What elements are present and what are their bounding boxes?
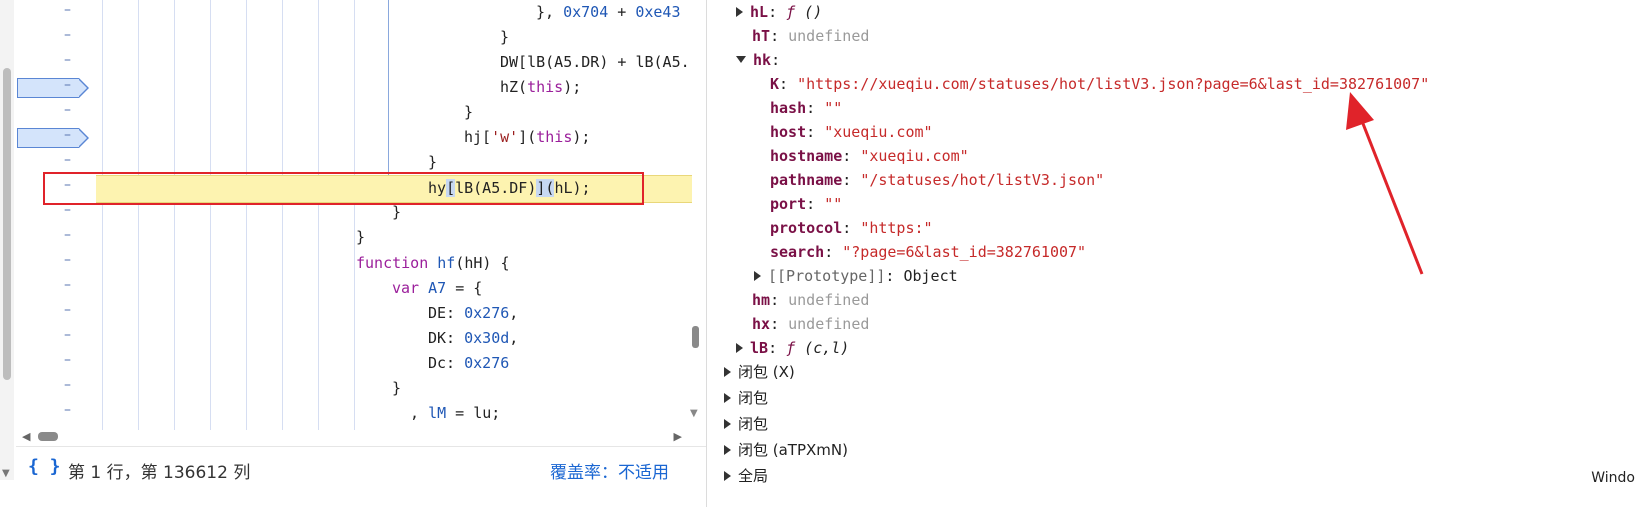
gutter-marker[interactable]: – <box>64 327 74 343</box>
gutter-marker[interactable]: – <box>64 52 74 68</box>
scope-row[interactable]: host: "xueqiu.com" <box>770 120 933 144</box>
code-line: } <box>464 103 474 121</box>
code-line: hj['w'](this); <box>464 128 591 146</box>
gutter-marker[interactable]: – <box>64 152 74 168</box>
code-editor[interactable]: – – – – – – – – – – – – – – – – – }, 0x704 + 0xe43 } DW[… <box>16 0 706 430</box>
expand-triangle-icon[interactable] <box>754 270 761 281</box>
code-line: var A7 = { <box>392 279 483 297</box>
code-line: } <box>392 379 402 397</box>
gutter-marker[interactable]: – <box>64 227 74 243</box>
gutter-marker[interactable]: – <box>64 377 74 393</box>
gutter-marker[interactable]: – <box>64 402 74 418</box>
indent-guide <box>282 0 283 430</box>
scope-row[interactable]: hL: ƒ () <box>736 0 822 24</box>
scroll-down-arrow-icon[interactable]: ▼ <box>690 408 698 419</box>
expand-triangle-icon[interactable] <box>724 392 731 403</box>
gutter-marker[interactable]: – <box>64 302 74 318</box>
horizontal-scrollbar[interactable]: ◀ ▶ <box>16 430 688 444</box>
scope-row[interactable]: hostname: "xueqiu.com" <box>770 144 969 168</box>
code-line: Dc: 0x276 <box>428 354 510 372</box>
code-line: }, 0x704 + 0xe43 <box>536 3 681 21</box>
code-line: hZ(this); <box>500 78 582 96</box>
gutter-marker[interactable]: – <box>64 77 74 93</box>
indent-guide <box>318 0 319 430</box>
indent-guide <box>354 0 355 430</box>
scope-row[interactable]: hx: undefined <box>752 312 869 336</box>
cursor-position: 第 1 行，第 136612 列 <box>68 463 251 483</box>
expand-triangle-icon[interactable] <box>724 418 731 429</box>
gutter-marker[interactable]: – <box>64 2 74 18</box>
expand-triangle-icon[interactable] <box>736 342 743 353</box>
code-line: , lM = lu; <box>410 404 501 422</box>
expand-triangle-icon[interactable] <box>724 444 731 455</box>
scroll-down-arrow-icon[interactable]: ▼ <box>2 468 10 479</box>
editor-status-bar: { } 第 1 行，第 136612 列 覆盖率：不适用 <box>16 446 706 487</box>
code-line: DW[lB(A5.DR) + lB(A5. <box>500 53 690 71</box>
left-scrollbar-thumb[interactable] <box>3 68 11 380</box>
code-line: } <box>356 228 366 246</box>
gutter-marker[interactable]: – <box>64 102 74 118</box>
scope-row[interactable]: protocol: "https:" <box>770 216 933 240</box>
indent-guide <box>246 0 247 430</box>
scope-pane: hL: ƒ () hT: undefined hk: K: "https://x… <box>708 0 1641 507</box>
annotation-red-box <box>43 172 644 205</box>
expand-triangle-icon[interactable] <box>724 470 731 481</box>
indent-guide <box>102 0 103 430</box>
code-line: function hf(hH) { <box>356 254 510 272</box>
editor-scrollbar-thumb[interactable] <box>692 326 699 348</box>
indent-guide <box>174 0 175 430</box>
pretty-print-braces-icon[interactable]: { } <box>28 456 61 477</box>
closure-section[interactable]: 闭包 <box>724 386 768 410</box>
left-scrollbar[interactable]: ▼ <box>0 0 14 480</box>
scope-row[interactable]: pathname: "/statuses/hot/listV3.json" <box>770 168 1104 192</box>
scroll-left-arrow-icon[interactable]: ◀ <box>22 430 30 443</box>
gutter-marker[interactable]: – <box>64 127 74 143</box>
code-line: } <box>500 28 510 46</box>
annotation-arrow <box>1346 92 1424 275</box>
gutter-marker[interactable]: – <box>64 277 74 293</box>
scope-row[interactable]: lB: ƒ (c,l) <box>736 336 849 360</box>
scroll-right-arrow-icon[interactable]: ▶ <box>674 430 682 443</box>
scope-row[interactable]: hT: undefined <box>752 24 869 48</box>
closure-section[interactable]: 闭包 (aTPXmN) <box>724 438 848 462</box>
global-section[interactable]: 全局 <box>724 464 768 488</box>
scope-row[interactable]: hk: <box>736 48 780 72</box>
indent-guide-active <box>388 0 389 176</box>
closure-section[interactable]: 闭包 (X) <box>724 360 795 384</box>
scope-row[interactable]: hm: undefined <box>752 288 869 312</box>
indent-guide <box>210 0 211 430</box>
global-value: Windo <box>1591 470 1635 486</box>
scope-row[interactable]: port: "" <box>770 192 842 216</box>
coverage-link[interactable]: 覆盖率：不适用 <box>550 458 669 483</box>
closure-section[interactable]: 闭包 <box>724 412 768 436</box>
scope-row[interactable]: [[Prototype]]: Object <box>754 264 958 288</box>
code-line: DK: 0x30d, <box>428 329 519 347</box>
pane-divider[interactable] <box>706 0 707 507</box>
expand-triangle-icon[interactable] <box>724 366 731 377</box>
indent-guide <box>138 0 139 430</box>
code-line: DE: 0x276, <box>428 304 519 322</box>
gutter-marker[interactable]: – <box>64 252 74 268</box>
gutter-marker[interactable]: – <box>64 27 74 43</box>
horizontal-scrollbar-thumb[interactable] <box>38 432 58 441</box>
expand-triangle-icon[interactable] <box>736 6 743 17</box>
scope-row[interactable]: search: "?page=6&last_id=382761007" <box>770 240 1086 264</box>
scope-row[interactable]: hash: "" <box>770 96 842 120</box>
collapse-triangle-icon[interactable] <box>736 56 746 63</box>
gutter-marker[interactable]: – <box>64 352 74 368</box>
